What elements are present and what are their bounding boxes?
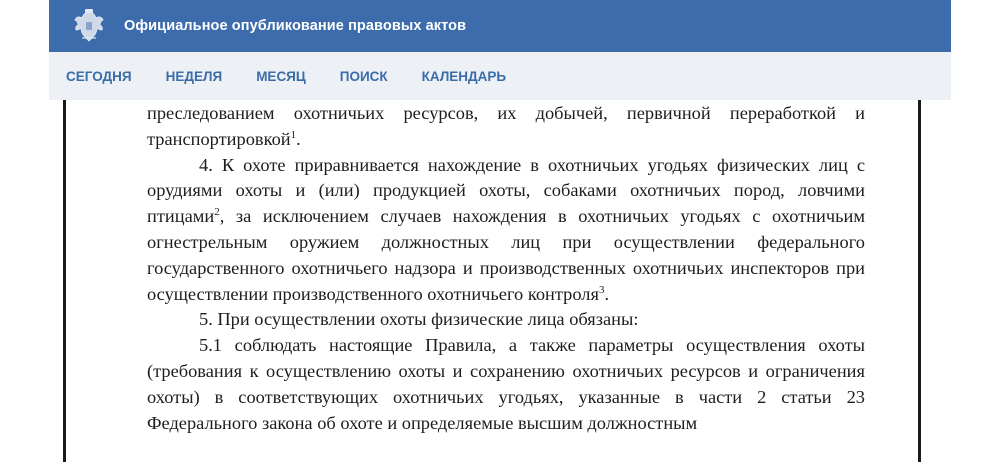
- browser-viewport: Официальное опубликование правовых актов…: [0, 0, 1000, 462]
- footnote-ref[interactable]: 3: [599, 284, 605, 296]
- site-header: Официальное опубликование правовых актов: [49, 0, 951, 52]
- footnote-ref[interactable]: 1: [291, 129, 297, 141]
- nav-week[interactable]: НЕДЕЛЯ: [166, 69, 223, 84]
- nav-search[interactable]: ПОИСК: [340, 69, 388, 84]
- app-window: Официальное опубликование правовых актов…: [49, 0, 951, 462]
- coat-of-arms-icon[interactable]: [71, 7, 107, 45]
- document-page: преследованием охотничьих ресурсов, их д…: [147, 101, 865, 436]
- doc-text: , за исключением случаев нахождения в ох…: [147, 206, 865, 304]
- site-title: Официальное опубликование правовых актов: [124, 18, 467, 34]
- doc-paragraph-3-end: преследованием охотничьих ресурсов, их д…: [147, 103, 865, 149]
- doc-paragraph-5: 5. При осуществлении охоты физические ли…: [199, 309, 639, 330]
- doc-paragraph-4: 4. К охоте приравнивается нахождение в о…: [147, 154, 865, 304]
- document-viewer[interactable]: преследованием охотничьих ресурсов, их д…: [63, 100, 921, 462]
- nav-month[interactable]: МЕСЯЦ: [256, 69, 306, 84]
- main-nav: СЕГОДНЯ НЕДЕЛЯ МЕСЯЦ ПОИСК КАЛЕНДАРЬ: [49, 52, 951, 100]
- nav-calendar[interactable]: КАЛЕНДАРЬ: [422, 69, 506, 84]
- doc-text: преследованием охотничьих ресурсов, их д…: [147, 103, 865, 149]
- nav-today[interactable]: СЕГОДНЯ: [66, 69, 132, 84]
- doc-paragraph-5-1: 5.1 соблюдать настоящие Правила, а также…: [147, 335, 865, 433]
